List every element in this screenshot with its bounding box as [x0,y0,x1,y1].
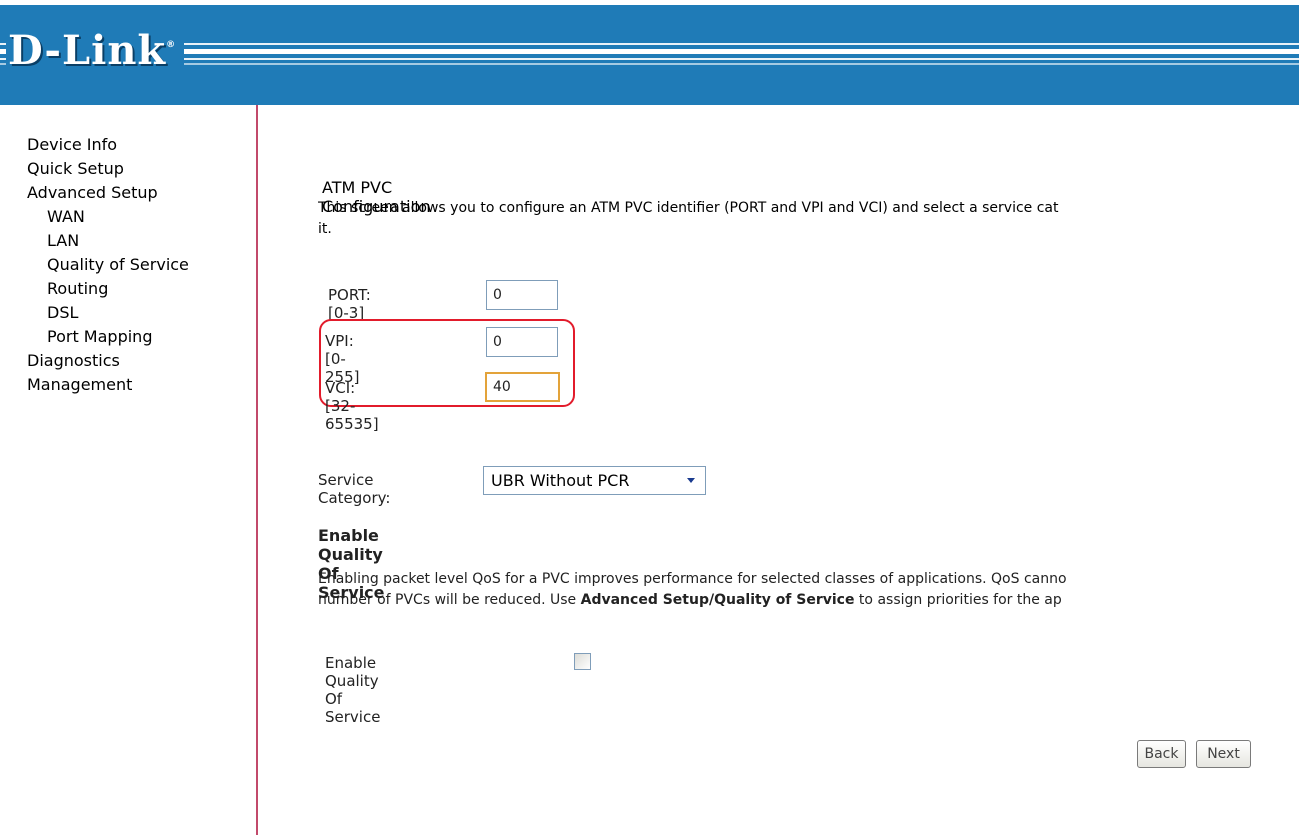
enable-qos-checkbox[interactable] [574,653,591,670]
qos-description-line: Enabling packet level QoS for a PVC impr… [318,571,1067,587]
dlink-logo: D-Link® [6,27,185,75]
sidebar-item-advanced-setup[interactable]: Advanced Setup [27,181,189,205]
header-stripe [0,43,1299,45]
header-stripe [0,63,1299,65]
sidebar-item-wan[interactable]: WAN [27,205,189,229]
next-button[interactable]: Next [1196,740,1251,768]
sidebar-item-diagnostics[interactable]: Diagnostics [27,349,189,373]
vci-input[interactable] [485,372,560,402]
sidebar-item-quick-setup[interactable]: Quick Setup [27,157,189,181]
header-banner: D-Link® [0,5,1299,105]
qos-text: number of PVCs will be reduced. Use [318,592,581,608]
sidebar-item-device-info[interactable]: Device Info [27,133,189,157]
qos-text: to assign priorities for the ap [854,592,1062,608]
vpi-input[interactable] [486,327,558,357]
sidebar-item-routing[interactable]: Routing [27,277,189,301]
header-stripe [0,58,1299,60]
port-input[interactable] [486,280,558,310]
service-category-label: Service Category: [318,471,391,507]
sidebar-item-port-mapping[interactable]: Port Mapping [27,325,189,349]
logo-text: D-Link [8,27,167,74]
service-category-select[interactable]: UBR Without PCR [483,466,706,495]
sidebar-item-dsl[interactable]: DSL [27,301,189,325]
sidebar-nav: Device Info Quick Setup Advanced Setup W… [27,133,189,397]
qos-description: Enabling packet level QoS for a PVC impr… [318,569,1299,613]
description-line: it. [318,221,332,237]
port-label: PORT: [0-3] [328,286,371,322]
vci-label: VCI: [32-65535] [325,379,379,433]
registered-mark: ® [166,40,177,50]
service-category-value: UBR Without PCR [491,471,630,490]
back-button[interactable]: Back [1137,740,1186,768]
qos-link-text: Advanced Setup/Quality of Service [580,592,855,608]
sidebar-item-lan[interactable]: LAN [27,229,189,253]
page-description: This screen allows you to configure an A… [318,198,1299,238]
enable-qos-label: Enable Quality Of Service [325,654,381,726]
sidebar-item-quality-of-service[interactable]: Quality of Service [27,253,189,277]
dropdown-arrow-icon [687,478,695,483]
vpi-label: VPI: [0-255] [325,332,360,386]
header-stripe [0,49,1299,54]
qos-description-line: number of PVCs will be reduced. Use Adva… [318,590,1299,611]
sidebar-item-management[interactable]: Management [27,373,189,397]
description-line: This screen allows you to configure an A… [318,200,1059,216]
